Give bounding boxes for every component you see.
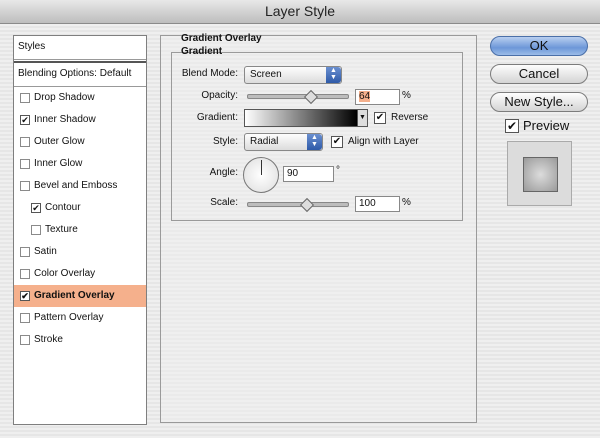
scale-input[interactable]: 100 (355, 196, 400, 212)
style-item-label: Stroke (34, 334, 63, 345)
style-item[interactable]: Drop Shadow (14, 87, 146, 109)
style-item-checkbox[interactable] (20, 137, 30, 147)
scale-value: 100 (359, 198, 376, 209)
opacity-input[interactable]: 64 (355, 89, 400, 105)
gradient-swatch[interactable] (244, 109, 358, 127)
style-item-label: Contour (45, 202, 81, 213)
section-title: Gradient (181, 46, 223, 57)
preview-swatch (523, 157, 558, 192)
new-style-button[interactable]: New Style... (490, 92, 588, 112)
style-item-label: Drop Shadow (34, 92, 95, 103)
style-value: Radial (250, 136, 279, 147)
style-item[interactable]: Stroke (14, 329, 146, 351)
style-item-checkbox[interactable] (20, 313, 30, 323)
styles-list: Styles Blending Options: Default Drop Sh… (13, 35, 147, 425)
style-item-checkbox[interactable] (31, 225, 41, 235)
style-item[interactable]: ✔ Gradient Overlay (14, 285, 146, 307)
styles-header[interactable]: Styles (14, 36, 146, 60)
style-item-checkbox[interactable] (20, 93, 30, 103)
opacity-value: 64 (359, 91, 371, 102)
style-item-checkbox[interactable]: ✔ (20, 115, 30, 125)
preview-checkbox[interactable]: ✔ (505, 119, 519, 133)
style-item-checkbox[interactable]: ✔ (31, 203, 41, 213)
style-item[interactable]: ✔ Inner Shadow (14, 109, 146, 131)
angle-dial-needle (261, 160, 262, 175)
style-label: Style: (212, 136, 238, 147)
style-item[interactable]: Bevel and Emboss (14, 175, 146, 197)
blend-mode-value: Screen (250, 69, 282, 80)
preview-thumbnail (507, 141, 572, 206)
gradient-dropdown-icon[interactable]: ▼ (357, 109, 368, 127)
angle-unit: ° (336, 165, 340, 176)
gradient-label: Gradient: (196, 112, 238, 123)
style-item-label: Inner Shadow (34, 114, 96, 125)
blend-mode-label: Blend Mode: (181, 68, 238, 79)
opacity-slider-track[interactable] (247, 94, 349, 99)
align-with-layer-checkbox[interactable]: ✔ (331, 136, 343, 148)
style-item-label: Color Overlay (34, 268, 96, 279)
blend-mode-select[interactable]: Screen ▲ ▼ (244, 66, 342, 84)
scale-label: Scale: (210, 197, 238, 208)
scale-slider-track[interactable] (247, 202, 349, 207)
reverse-checkbox[interactable]: ✔ (374, 112, 386, 124)
preview-label: Preview (523, 118, 570, 133)
align-with-layer-label: Align with Layer (348, 136, 419, 147)
style-item-label: Satin (34, 246, 57, 257)
opacity-unit: % (402, 90, 411, 101)
cancel-button[interactable]: Cancel (490, 64, 588, 84)
angle-dial[interactable] (243, 157, 279, 193)
popup-arrows-icon: ▲ ▼ (307, 134, 322, 150)
style-item-checkbox[interactable] (20, 247, 30, 257)
opacity-label: Opacity: (201, 90, 238, 101)
style-item[interactable]: Outer Glow (14, 131, 146, 153)
popup-arrows-icon: ▲ ▼ (326, 67, 341, 83)
style-select[interactable]: Radial ▲ ▼ (244, 133, 323, 151)
style-item-label: Inner Glow (34, 158, 83, 169)
style-item-label: Pattern Overlay (34, 312, 104, 323)
style-item[interactable]: Pattern Overlay (14, 307, 146, 329)
panel-title: Gradient Overlay (181, 33, 262, 44)
style-item-label: Texture (45, 224, 78, 235)
style-item-checkbox[interactable] (20, 159, 30, 169)
angle-input[interactable]: 90 (283, 166, 334, 182)
style-item-label: Bevel and Emboss (34, 180, 118, 191)
style-item-checkbox[interactable]: ✔ (20, 291, 30, 301)
style-item-checkbox[interactable] (20, 335, 30, 345)
style-item-checkbox[interactable] (20, 269, 30, 279)
style-item[interactable]: Inner Glow (14, 153, 146, 175)
style-item[interactable]: Texture (14, 219, 146, 241)
window-title: Layer Style (0, 0, 600, 24)
ok-button[interactable]: OK (490, 36, 588, 56)
style-item[interactable]: Color Overlay (14, 263, 146, 285)
scale-unit: % (402, 197, 411, 208)
angle-value: 90 (287, 168, 299, 179)
style-item[interactable]: ✔ Contour (14, 197, 146, 219)
reverse-label: Reverse (391, 112, 429, 123)
dialog-content: Styles Blending Options: Default Drop Sh… (0, 24, 600, 438)
style-item-label: Gradient Overlay (34, 290, 115, 301)
angle-label: Angle: (209, 167, 238, 178)
style-item-checkbox[interactable] (20, 181, 30, 191)
style-item-label: Outer Glow (34, 136, 85, 147)
styles-items: Drop Shadow ✔ Inner Shadow Outer Glow Inner … (14, 87, 146, 351)
style-item[interactable]: Satin (14, 241, 146, 263)
blending-options-item[interactable]: Blending Options: Default (14, 61, 146, 87)
